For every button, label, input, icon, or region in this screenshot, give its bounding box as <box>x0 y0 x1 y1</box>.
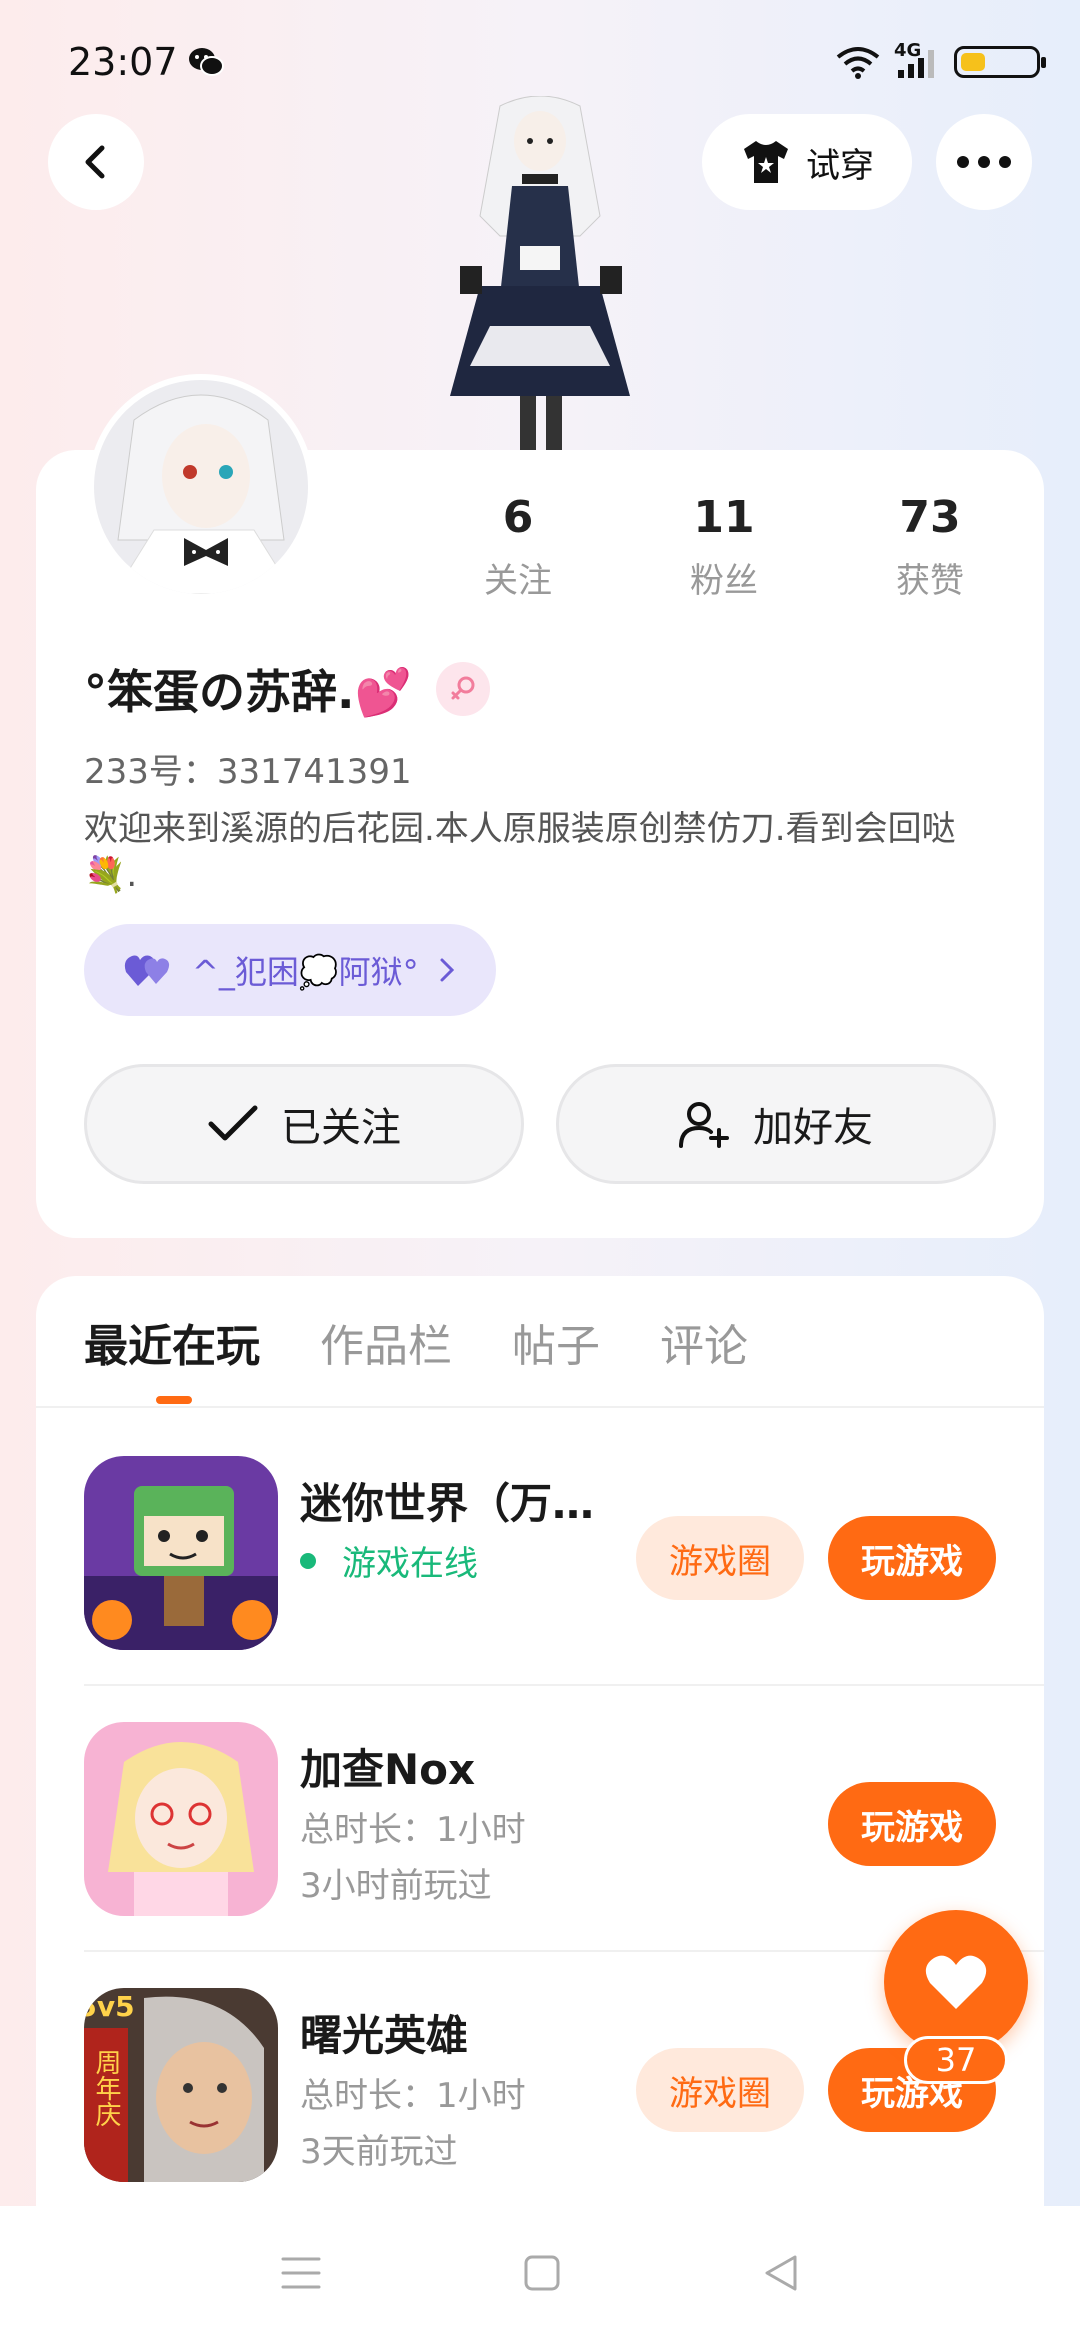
play-duration: 总时长：1小时 <box>300 2076 526 2116</box>
game-row[interactable]: 加查Nox 总时长：1小时 3小时前玩过 玩游戏 <box>36 1686 1044 1952</box>
fans-count: 11 <box>693 492 755 543</box>
tshirt-icon <box>744 141 788 183</box>
back-button[interactable] <box>48 114 144 210</box>
last-played: 3小时前玩过 <box>300 1866 492 1906</box>
user-id: 233号：331741391 <box>84 752 412 792</box>
battery-icon <box>954 46 1046 78</box>
tab-works[interactable]: 作品栏 <box>320 1310 452 1374</box>
more-dots-icon <box>957 156 1011 168</box>
game-icon-mini-world <box>84 1456 278 1650</box>
relation-chip[interactable]: ^_犯困💭阿狱° <box>84 924 496 1016</box>
checkmark-icon <box>208 1105 258 1141</box>
add-friend-label: 加好友 <box>753 1105 873 1151</box>
avatar[interactable] <box>88 374 314 600</box>
game-icon-5v5-text: 5v5 <box>84 1990 135 2023</box>
add-friend-button[interactable]: 加好友 <box>556 1064 996 1184</box>
add-user-icon <box>679 1102 729 1148</box>
battery-level <box>961 53 985 71</box>
likes-count: 73 <box>899 492 961 543</box>
game-icon-gacha-nox <box>84 1722 278 1916</box>
tab-divider <box>36 1406 1044 1408</box>
stat-likes[interactable]: 73 获赞 <box>850 492 1010 602</box>
chevron-left-icon <box>85 145 105 179</box>
try-on-button[interactable]: 试穿 <box>702 114 912 210</box>
last-played: 3天前玩过 <box>300 2132 458 2172</box>
female-icon <box>435 662 490 716</box>
followed-label: 已关注 <box>281 1105 401 1151</box>
followed-button[interactable]: 已关注 <box>84 1064 524 1184</box>
tab-posts[interactable]: 帖子 <box>512 1310 600 1374</box>
following-count: 6 <box>502 492 534 543</box>
tab-bar: 最近在玩 作品栏 帖子 评论 <box>84 1310 748 1374</box>
status-icons: 4G <box>836 40 1046 80</box>
like-fab-button[interactable] <box>884 1910 1028 2054</box>
wechat-icon <box>189 48 224 76</box>
like-count-badge: 37 <box>904 2036 1008 2084</box>
heart-icon <box>925 1955 987 2009</box>
game-circle-button[interactable]: 游戏圈 <box>636 1516 804 1600</box>
more-button[interactable] <box>936 114 1032 210</box>
tab-recently-played[interactable]: 最近在玩 <box>84 1310 260 1374</box>
game-title: 加查Nox <box>300 1745 476 1794</box>
chevron-right-icon <box>440 958 454 982</box>
try-on-label: 试穿 <box>806 145 874 186</box>
back-triangle-icon[interactable] <box>761 2253 801 2293</box>
game-icon-banner-text: 周年庆 <box>91 2049 121 2127</box>
game-icon-dawn-heroes: 5v5 周年庆 <box>84 1988 278 2182</box>
online-status-label: 游戏在线 <box>342 1544 478 1584</box>
signal-icon: 4G <box>894 40 940 80</box>
fans-label: 粉丝 <box>690 561 758 601</box>
stat-following[interactable]: 6 关注 <box>438 492 598 602</box>
online-status: 游戏在线 <box>300 1536 478 1585</box>
play-game-button[interactable]: 玩游戏 <box>828 1782 996 1866</box>
play-game-button[interactable]: 玩游戏 <box>828 1516 996 1600</box>
online-dot-icon <box>300 1552 316 1569</box>
wifi-icon <box>836 47 880 79</box>
game-row[interactable]: 迷你世界（万… 游戏在线 游戏圈 玩游戏 <box>36 1420 1044 1686</box>
home-icon[interactable] <box>522 2253 562 2293</box>
status-time: 23:07 <box>68 40 178 84</box>
stat-fans[interactable]: 11 粉丝 <box>644 492 804 602</box>
profile-name: °笨蛋の苏辞.💕 <box>84 665 412 719</box>
game-circle-button[interactable]: 游戏圈 <box>636 2048 804 2132</box>
relation-chip-label: ^_犯困💭阿狱° <box>192 953 419 991</box>
game-title: 曙光英雄 <box>300 2011 469 2060</box>
play-duration: 总时长：1小时 <box>300 1810 526 1850</box>
likes-label: 获赞 <box>896 561 964 601</box>
character-outfit-figure <box>450 96 630 450</box>
menu-icon[interactable] <box>279 2255 323 2291</box>
double-heart-icon <box>124 955 170 986</box>
profile-name-row: °笨蛋の苏辞.💕 <box>84 656 490 722</box>
tab-comments[interactable]: 评论 <box>660 1310 748 1374</box>
bio-text: 欢迎来到溪源的后花园.本人原服装原创禁仿刀.看到会回哒💐. <box>84 809 956 895</box>
game-title: 迷你世界（万… <box>300 1479 595 1528</box>
system-nav-bar <box>0 2206 1080 2340</box>
avatar-image <box>94 380 308 594</box>
tab-indicator <box>156 1396 192 1404</box>
following-label: 关注 <box>484 561 552 601</box>
